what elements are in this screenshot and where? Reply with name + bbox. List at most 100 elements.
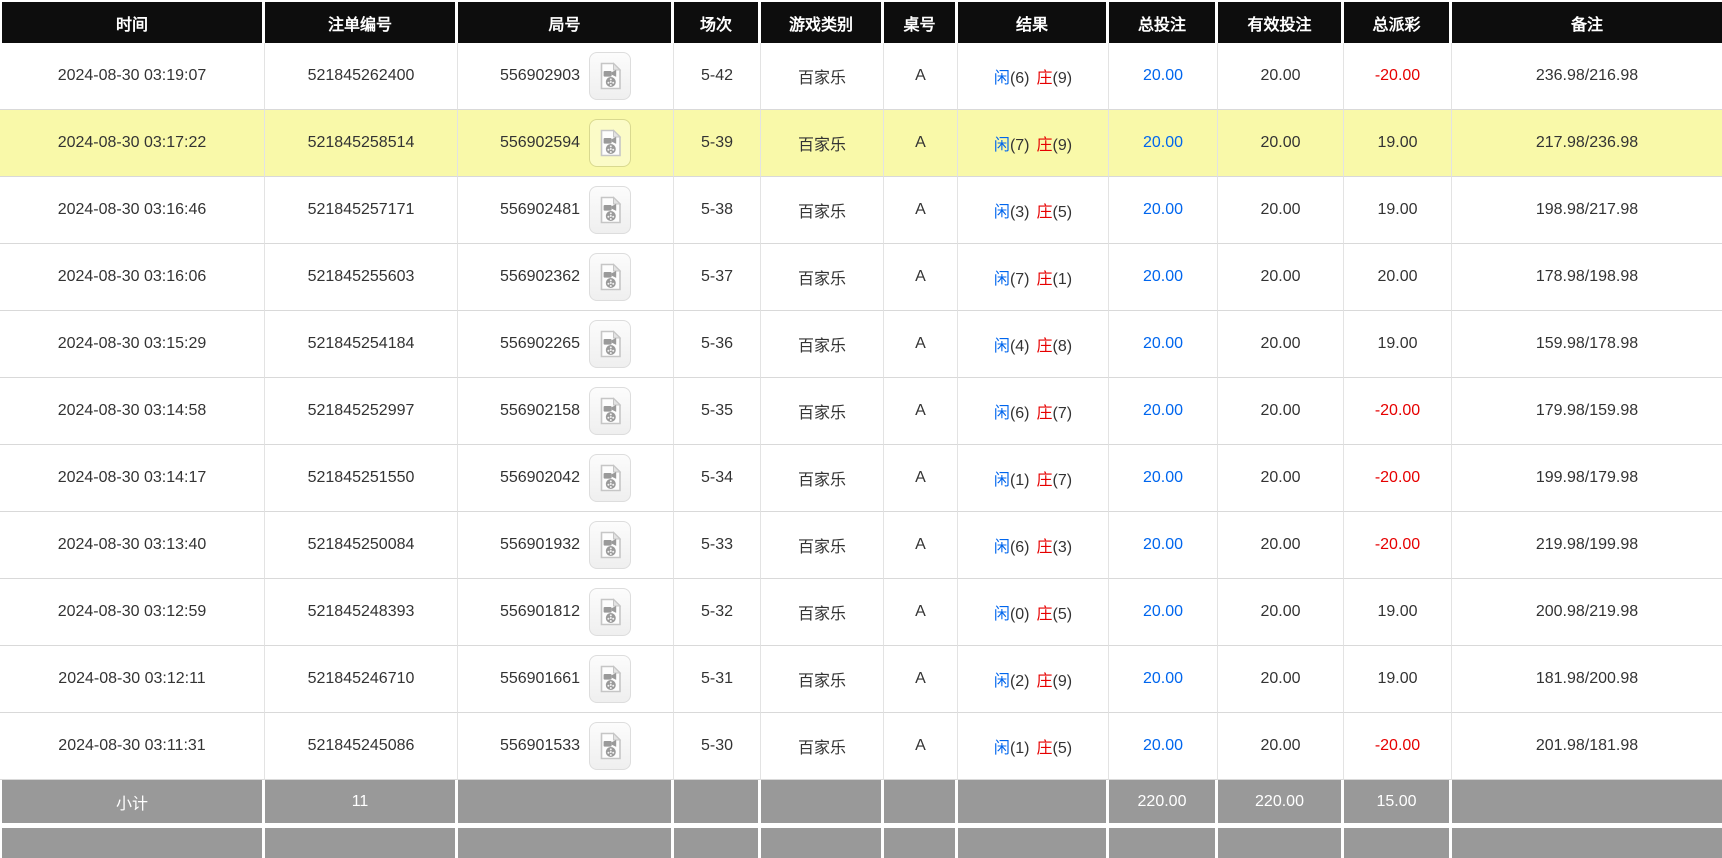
cell-session: 5-34 — [674, 445, 761, 512]
cell-session: 5-35 — [674, 378, 761, 445]
cell-result: 闲(1) 庄(7) — [958, 445, 1109, 512]
cell-total-bet: 20.00 — [1109, 512, 1218, 579]
table-row[interactable]: 2024-08-30 03:14:17 521845251550 5569020… — [0, 445, 1722, 512]
cell-table-number: A — [884, 110, 958, 177]
video-replay-button[interactable] — [589, 655, 632, 703]
cell-game-type: 百家乐 — [761, 110, 884, 177]
video-file-icon — [600, 129, 621, 157]
cell-round-number: 556902903 — [458, 43, 674, 110]
subtotal-count: 11 — [265, 780, 458, 823]
cell-table-number: A — [884, 646, 958, 713]
round-number-text: 556902903 — [499, 67, 581, 84]
column-header: 注单编号 — [265, 0, 458, 43]
table-row[interactable]: 2024-08-30 03:16:06 521845255603 5569023… — [0, 244, 1722, 311]
cell-game-type: 百家乐 — [761, 177, 884, 244]
table-row[interactable]: 2024-08-30 03:14:58 521845252997 5569021… — [0, 378, 1722, 445]
video-replay-button[interactable] — [589, 722, 632, 770]
video-replay-button[interactable] — [589, 186, 632, 234]
table-row[interactable]: 2024-08-30 03:11:31 521845245086 5569015… — [0, 713, 1722, 780]
video-replay-button[interactable] — [589, 253, 632, 301]
cell-time: 2024-08-30 03:11:31 — [0, 713, 265, 780]
table-row[interactable]: 2024-08-30 03:19:07 521845262400 5569029… — [0, 43, 1722, 110]
video-replay-button[interactable] — [589, 119, 632, 167]
subtotal-total-bet: 220.00 — [1109, 780, 1218, 823]
cell-result: 闲(2) 庄(9) — [958, 646, 1109, 713]
cell-round-number: 556902594 — [458, 110, 674, 177]
video-replay-button[interactable] — [589, 454, 632, 502]
cell-time: 2024-08-30 03:14:58 — [0, 378, 265, 445]
video-replay-button[interactable] — [589, 387, 632, 435]
cell-total-bet: 20.00 — [1109, 713, 1218, 780]
subtotal-payout: 15.00 — [1344, 780, 1452, 823]
result-player-label: 闲 — [993, 204, 1010, 221]
video-file-icon — [600, 464, 621, 492]
table-row[interactable]: 2024-08-30 03:16:46 521845257171 5569024… — [0, 177, 1722, 244]
column-header: 局号 — [458, 0, 674, 43]
cell-session: 5-30 — [674, 713, 761, 780]
cell-result: 闲(7) 庄(1) — [958, 244, 1109, 311]
cell-game-type: 百家乐 — [761, 512, 884, 579]
cell-total-bet: 20.00 — [1109, 445, 1218, 512]
cell-valid-bet: 20.00 — [1218, 43, 1344, 110]
cell-bet-number: 521845254184 — [265, 311, 458, 378]
video-file-icon — [600, 732, 621, 760]
result-player-label: 闲 — [993, 137, 1010, 154]
cell-game-type: 百家乐 — [761, 646, 884, 713]
cell-bet-number: 521845257171 — [265, 177, 458, 244]
cell-table-number: A — [884, 512, 958, 579]
round-number-text: 556902042 — [499, 469, 581, 486]
total-row-partial — [0, 828, 1722, 858]
result-player-label: 闲 — [993, 338, 1010, 355]
table-row[interactable]: 2024-08-30 03:12:59 521845248393 5569018… — [0, 579, 1722, 646]
cell-total-bet: 20.00 — [1109, 378, 1218, 445]
cell-result: 闲(0) 庄(5) — [958, 579, 1109, 646]
table-row[interactable]: 2024-08-30 03:12:11 521845246710 5569016… — [0, 646, 1722, 713]
round-number-text: 556902481 — [499, 201, 581, 218]
video-replay-button[interactable] — [589, 52, 632, 100]
round-number-text: 556901932 — [499, 536, 581, 553]
cell-bet-number: 521845258514 — [265, 110, 458, 177]
cell-valid-bet: 20.00 — [1218, 646, 1344, 713]
table-row[interactable]: 2024-08-30 03:13:40 521845250084 5569019… — [0, 512, 1722, 579]
video-file-icon — [600, 62, 621, 90]
cell-result: 闲(6) 庄(7) — [958, 378, 1109, 445]
cell-valid-bet: 20.00 — [1218, 110, 1344, 177]
cell-total-bet: 20.00 — [1109, 110, 1218, 177]
cell-remark: 201.98/181.98 — [1452, 713, 1722, 780]
round-number-text: 556902265 — [499, 335, 581, 352]
cell-total-payout: -20.00 — [1344, 713, 1452, 780]
video-replay-button[interactable] — [589, 320, 632, 368]
video-replay-button[interactable] — [589, 588, 632, 636]
cell-total-payout: -20.00 — [1344, 43, 1452, 110]
result-player-score: (1) — [1009, 740, 1030, 757]
result-player-label: 闲 — [993, 673, 1010, 690]
result-banker-label: 庄 — [1036, 606, 1053, 623]
result-player-label: 闲 — [993, 539, 1010, 556]
round-number-text: 556902158 — [499, 402, 581, 419]
table-row[interactable]: 2024-08-30 03:17:22 521845258514 5569025… — [0, 110, 1722, 177]
result-player-label: 闲 — [993, 606, 1010, 623]
video-replay-button[interactable] — [589, 521, 632, 569]
cell-time: 2024-08-30 03:16:46 — [0, 177, 265, 244]
cell-round-number: 556901932 — [458, 512, 674, 579]
cell-time: 2024-08-30 03:12:59 — [0, 579, 265, 646]
result-banker-label: 庄 — [1036, 338, 1053, 355]
round-number-text: 556902362 — [499, 268, 581, 285]
cell-result: 闲(3) 庄(5) — [958, 177, 1109, 244]
result-player-score: (6) — [1009, 539, 1030, 556]
cell-remark: 219.98/199.98 — [1452, 512, 1722, 579]
cell-table-number: A — [884, 311, 958, 378]
cell-session: 5-32 — [674, 579, 761, 646]
cell-game-type: 百家乐 — [761, 244, 884, 311]
subtotal-remark — [1452, 780, 1722, 823]
result-banker-score: (5) — [1052, 740, 1073, 757]
video-file-icon — [600, 196, 621, 224]
cell-total-payout: 19.00 — [1344, 646, 1452, 713]
result-player-label: 闲 — [993, 472, 1010, 489]
bet-records-table: 时间 注单编号 局号 场次 游戏类别 桌号 结果 总投注 有效投注 总派彩 备注 2024-08-3… — [0, 0, 1722, 858]
cell-bet-number: 521845252997 — [265, 378, 458, 445]
cell-round-number: 556902481 — [458, 177, 674, 244]
table-row[interactable]: 2024-08-30 03:15:29 521845254184 5569022… — [0, 311, 1722, 378]
cell-valid-bet: 20.00 — [1218, 579, 1344, 646]
round-number-text: 556901661 — [499, 670, 581, 687]
